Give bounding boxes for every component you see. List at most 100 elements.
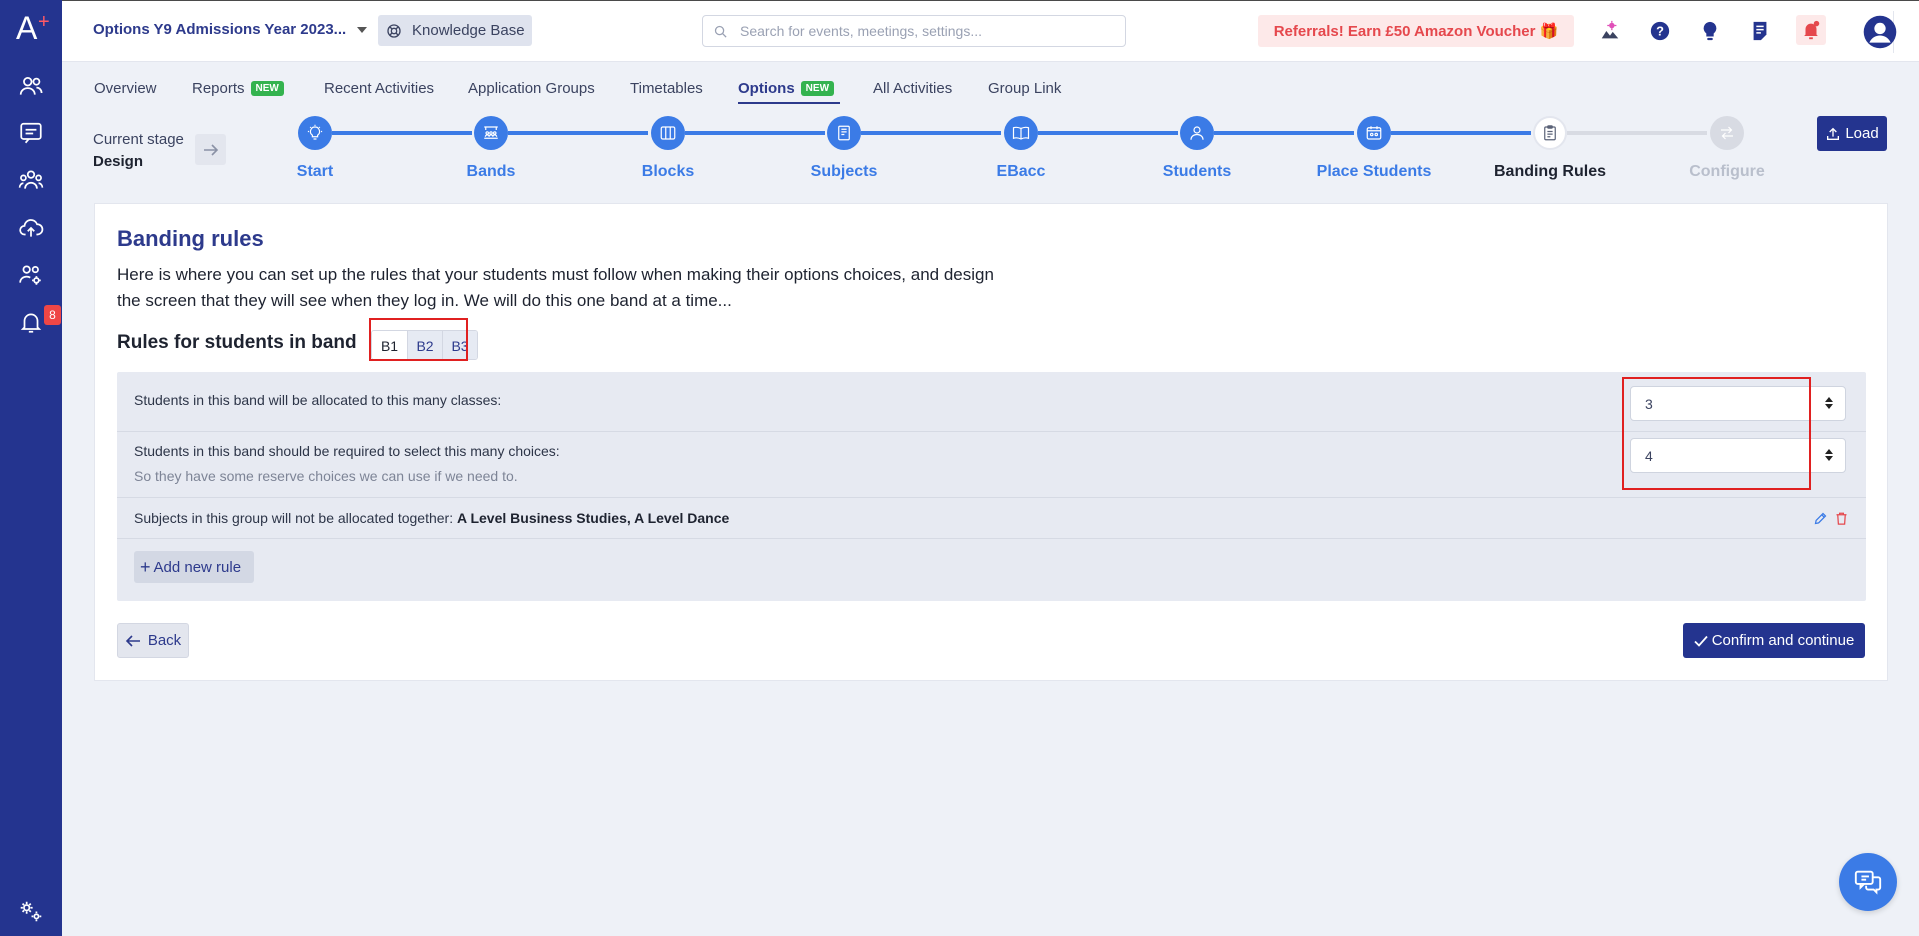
lightbulb-icon — [307, 124, 323, 140]
notification-count-badge: 8 — [44, 305, 61, 325]
book-icon — [838, 125, 850, 141]
step-label-start[interactable]: Start — [245, 163, 385, 181]
step-label-students[interactable]: Students — [1127, 163, 1267, 181]
app-title[interactable]: Options Y9 Admissions Year 2023... — [93, 21, 346, 38]
new-badge: NEW — [800, 81, 835, 96]
step-label-bands[interactable]: Bands — [421, 163, 561, 181]
tab-label: All Activities — [873, 80, 953, 97]
chat-bubbles-icon — [1854, 870, 1882, 895]
rule-row-classes: Students in this band will be allocated … — [117, 372, 1866, 432]
tab-label: Group Link — [988, 80, 1062, 97]
stepper-connector — [1567, 131, 1707, 135]
app-logo[interactable]: A + — [16, 8, 52, 48]
tab-options[interactable]: Options NEW — [738, 80, 835, 97]
step-subjects[interactable] — [827, 116, 861, 150]
back-button[interactable]: Back — [117, 623, 189, 658]
rule-classes-text: Students in this band will be allocated … — [134, 392, 502, 408]
launch-icon[interactable] — [1596, 17, 1624, 45]
tab-label: Overview — [94, 80, 157, 97]
users-icon[interactable] — [15, 70, 47, 102]
card-title: Banding rules — [117, 226, 264, 251]
top-bar: Options Y9 Admissions Year 2023... Knowl… — [62, 0, 1919, 62]
tab-overview[interactable]: Overview — [94, 80, 157, 97]
step-banding-rules[interactable] — [1533, 116, 1567, 150]
current-stage-label: Current stage — [93, 131, 184, 148]
classroom-icon — [484, 126, 498, 139]
bell-icon[interactable] — [15, 306, 47, 338]
banding-rules-card: Banding rules Here is where you can set … — [94, 203, 1888, 681]
step-label-place-students[interactable]: Place Students — [1304, 163, 1444, 181]
plus-icon: + — [140, 556, 151, 577]
tab-label: Reports — [192, 80, 245, 97]
tab-timetables[interactable]: Timetables — [630, 80, 703, 97]
step-label-ebacc[interactable]: EBacc — [951, 163, 1091, 181]
rule-subjects-value: A Level Business Studies, A Level Dance — [456, 510, 730, 526]
select-arrows-icon — [1825, 397, 1833, 409]
confirm-continue-button[interactable]: Confirm and continue — [1683, 623, 1865, 658]
tab-group-link[interactable]: Group Link — [988, 80, 1061, 97]
arrow-right-icon — [203, 143, 218, 156]
user-icon — [1190, 126, 1204, 140]
load-button[interactable]: Load — [1817, 116, 1887, 151]
pencil-icon — [1814, 512, 1826, 524]
settings-gears-icon[interactable] — [15, 895, 47, 927]
back-label: Back — [147, 632, 182, 649]
rules-panel: Students in this band will be allocated … — [117, 372, 1866, 601]
svg-text:?: ? — [1656, 24, 1664, 39]
stepper-connector — [685, 131, 825, 135]
step-place-students[interactable] — [1357, 116, 1391, 150]
chat-icon[interactable] — [15, 117, 47, 149]
rule-row-subjects: Subjects in this group will not be alloc… — [117, 498, 1866, 539]
rule-row-choices: Students in this band should be required… — [117, 432, 1866, 498]
stepper-connector — [508, 131, 648, 135]
group-icon[interactable] — [15, 164, 47, 196]
step-label-subjects[interactable]: Subjects — [774, 163, 914, 181]
search-box[interactable] — [702, 15, 1126, 47]
profile-avatar-icon[interactable] — [1862, 14, 1898, 50]
delete-rule-button[interactable] — [1832, 509, 1850, 527]
tab-all-activities[interactable]: All Activities — [873, 80, 952, 97]
tab-recent-activities[interactable]: Recent Activities — [324, 80, 434, 97]
next-stage-button[interactable] — [195, 134, 226, 165]
tab-reports[interactable]: Reports NEW — [192, 80, 284, 97]
tab-application-groups[interactable]: Application Groups — [468, 80, 595, 97]
seating-icon — [1366, 126, 1382, 140]
step-start[interactable] — [298, 116, 332, 150]
upload-cloud-icon[interactable] — [15, 212, 47, 244]
new-badge: NEW — [250, 81, 284, 96]
lightbulb-icon[interactable] — [1696, 17, 1724, 45]
card-description: Here is where you can set up the rules t… — [117, 265, 994, 310]
upload-icon — [1827, 127, 1840, 140]
edit-rule-button[interactable] — [1811, 509, 1829, 527]
step-configure — [1710, 116, 1744, 150]
help-icon[interactable]: ? — [1646, 17, 1674, 45]
step-blocks[interactable] — [651, 116, 685, 150]
tab-label: Timetables — [630, 80, 703, 97]
search-input[interactable] — [740, 23, 1120, 39]
select-arrows-icon — [1825, 449, 1833, 461]
step-students[interactable] — [1180, 116, 1214, 150]
notification-bell-icon[interactable] — [1796, 15, 1826, 45]
referral-banner[interactable]: Referrals! Earn £50 Amazon Voucher 🎁 — [1258, 15, 1574, 47]
active-tab-underline — [738, 102, 840, 104]
rule-choices-subtext: So they have some reserve choices we can… — [134, 468, 518, 484]
step-label-blocks[interactable]: Blocks — [598, 163, 738, 181]
stepper-connector — [1391, 131, 1531, 135]
step-bands[interactable] — [474, 116, 508, 150]
rules-heading: Rules for students in band — [117, 332, 357, 353]
step-label-banding-rules[interactable]: Banding Rules — [1480, 163, 1620, 181]
lifebuoy-icon — [387, 23, 401, 38]
tab-label: Recent Activities — [324, 80, 435, 97]
support-chat-button[interactable] — [1839, 853, 1897, 911]
chevron-down-icon[interactable] — [357, 27, 367, 33]
knowledge-base-button[interactable]: Knowledge Base — [378, 15, 532, 46]
logo-letter: A — [16, 10, 38, 46]
stepper-connector — [1038, 131, 1178, 135]
add-new-rule-button[interactable]: + Add new rule — [134, 551, 254, 583]
stepper-connector — [861, 131, 1001, 135]
rule-subjects-text: Subjects in this group will not be alloc… — [134, 510, 729, 526]
clipboard-icon — [1544, 125, 1556, 141]
notes-icon[interactable] — [1746, 17, 1774, 45]
step-ebacc[interactable] — [1004, 116, 1038, 150]
users-settings-icon[interactable] — [15, 259, 47, 291]
